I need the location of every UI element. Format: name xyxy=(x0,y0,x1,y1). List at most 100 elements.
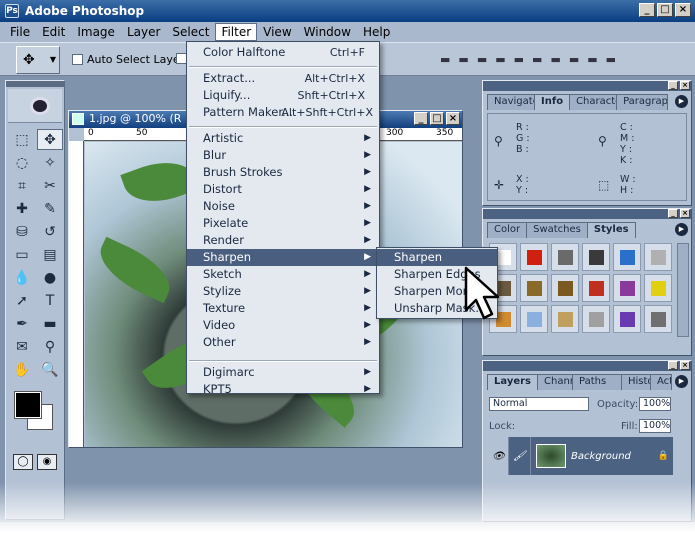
tab-swatches[interactable]: Swatches xyxy=(526,222,588,238)
palette-minimize-button[interactable]: _ xyxy=(668,209,678,218)
history-brush-tool-icon[interactable]: ↺ xyxy=(37,221,63,242)
palette-title-bar[interactable]: _ × xyxy=(483,81,691,91)
move-tool-icon[interactable]: ✥ xyxy=(37,129,63,150)
menu-item-video[interactable]: Video ▶ xyxy=(187,317,379,334)
align-icon[interactable]: ▬ xyxy=(440,53,450,66)
menu-item-render[interactable]: Render ▶ xyxy=(187,232,379,249)
menu-item-pixelate[interactable]: Pixelate ▶ xyxy=(187,215,379,232)
palette-close-button[interactable]: × xyxy=(680,81,690,90)
layer-row-background[interactable]: 👁 🖌 Background 🔒 xyxy=(489,437,673,475)
menu-item-artistic[interactable]: Artistic ▶ xyxy=(187,130,379,147)
gradient-tool-icon[interactable]: ▤ xyxy=(37,244,63,265)
palette-title-bar[interactable]: _ × xyxy=(483,361,691,371)
tool-preset-picker[interactable]: ✥ ▼ xyxy=(16,46,60,74)
clone-stamp-tool-icon[interactable]: ⛁ xyxy=(9,221,35,242)
notes-tool-icon[interactable]: ✉ xyxy=(9,336,35,357)
menu-item-pattern-maker[interactable]: Pattern Maker... Alt+Shft+Ctrl+X xyxy=(187,104,379,121)
opacity-field[interactable]: 100% xyxy=(639,397,671,411)
fill-field[interactable]: 100% xyxy=(639,419,671,433)
tab-styles[interactable]: Styles xyxy=(586,222,636,238)
submenu-item-sharpen[interactable]: Sharpen xyxy=(377,249,497,266)
align-icon[interactable]: ▬ xyxy=(550,53,560,66)
standard-mode-icon[interactable]: ◯ xyxy=(13,454,33,470)
palette-minimize-button[interactable]: _ xyxy=(668,81,678,90)
menu-item-texture[interactable]: Texture ▶ xyxy=(187,300,379,317)
menu-item-sharpen[interactable]: Sharpen ▶ xyxy=(187,249,379,266)
palette-title-bar[interactable]: _ × xyxy=(483,209,691,219)
menu-item-stylize[interactable]: Stylize ▶ xyxy=(187,283,379,300)
eraser-tool-icon[interactable]: ▭ xyxy=(9,244,35,265)
menu-item-kpt5[interactable]: KPT5 ▶ xyxy=(187,381,379,398)
menu-edit[interactable]: Edit xyxy=(36,23,71,41)
menu-layer[interactable]: Layer xyxy=(121,23,166,41)
eyedropper-tool-icon[interactable]: ⚲ xyxy=(37,336,63,357)
layer-visibility-eye-icon[interactable]: 👁 xyxy=(489,437,509,475)
align-icon[interactable]: ▬ xyxy=(477,53,487,66)
style-swatch[interactable] xyxy=(520,305,548,333)
menu-item-extract[interactable]: Extract... Alt+Ctrl+X xyxy=(187,70,379,87)
hand-tool-icon[interactable]: ✋ xyxy=(9,359,35,380)
tab-navigator[interactable]: Navigator xyxy=(487,94,535,110)
style-swatch[interactable] xyxy=(582,305,610,333)
quick-mask-mode-icon[interactable]: ◉ xyxy=(37,454,57,470)
style-swatch[interactable] xyxy=(582,274,610,302)
menu-select[interactable]: Select xyxy=(166,23,215,41)
align-icon[interactable]: ▬ xyxy=(514,53,524,66)
toolbox-grip[interactable] xyxy=(6,81,64,87)
minimize-button[interactable]: _ xyxy=(639,3,655,17)
tab-color[interactable]: Color xyxy=(487,222,528,238)
maximize-button[interactable]: □ xyxy=(657,3,673,17)
palette-menu-icon[interactable]: ▶ xyxy=(675,223,688,236)
style-swatch[interactable] xyxy=(613,274,641,302)
style-swatch[interactable] xyxy=(582,243,610,271)
menu-item-distort[interactable]: Distort ▶ xyxy=(187,181,379,198)
style-swatch[interactable] xyxy=(644,243,672,271)
dodge-tool-icon[interactable]: ● xyxy=(37,267,63,288)
slice-tool-icon[interactable]: ✂ xyxy=(37,175,63,196)
pen-tool-icon[interactable]: ✒ xyxy=(9,313,35,334)
adobe-eye-logo[interactable] xyxy=(8,89,62,123)
tab-info[interactable]: Info xyxy=(534,94,571,110)
type-tool-icon[interactable]: T xyxy=(37,290,63,311)
palette-minimize-button[interactable]: _ xyxy=(668,361,678,370)
tab-character[interactable]: Character xyxy=(569,94,618,110)
doc-minimize-button[interactable]: _ xyxy=(414,112,428,125)
tab-history[interactable]: History xyxy=(621,374,651,390)
zoom-tool-icon[interactable]: 🔍 xyxy=(37,359,63,380)
tab-actions[interactable]: Actions xyxy=(650,374,672,390)
style-swatch[interactable] xyxy=(613,305,641,333)
menu-item-other[interactable]: Other ▶ xyxy=(187,334,379,351)
style-swatch[interactable] xyxy=(551,274,579,302)
tab-paths[interactable]: Paths xyxy=(572,374,622,390)
style-swatch[interactable] xyxy=(644,274,672,302)
menu-view[interactable]: View xyxy=(257,23,297,41)
pencil-tool-icon[interactable]: ✎ xyxy=(37,198,63,219)
align-icon[interactable]: ▬ xyxy=(606,53,616,66)
align-icon[interactable]: ▬ xyxy=(569,53,579,66)
style-swatch[interactable] xyxy=(551,243,579,271)
foreground-color-swatch[interactable] xyxy=(14,391,42,419)
menu-item-blur[interactable]: Blur ▶ xyxy=(187,147,379,164)
lasso-tool-icon[interactable]: ◌ xyxy=(9,152,35,173)
menu-item-liquify[interactable]: Liquify... Shft+Ctrl+X xyxy=(187,87,379,104)
align-icon[interactable]: ▬ xyxy=(458,53,468,66)
menu-filter[interactable]: Filter xyxy=(215,23,258,41)
style-swatch[interactable] xyxy=(644,305,672,333)
blur-tool-icon[interactable]: 💧 xyxy=(9,267,35,288)
tab-channels[interactable]: Channels xyxy=(537,374,573,390)
path-selection-tool-icon[interactable]: ➚ xyxy=(9,290,35,311)
menu-item-noise[interactable]: Noise ▶ xyxy=(187,198,379,215)
menu-file[interactable]: File xyxy=(4,23,36,41)
menu-item-sketch[interactable]: Sketch ▶ xyxy=(187,266,379,283)
shape-tool-icon[interactable]: ▬ xyxy=(37,313,63,334)
tab-layers[interactable]: Layers xyxy=(487,374,538,390)
doc-close-button[interactable]: × xyxy=(446,112,460,125)
menu-item-digimarc[interactable]: Digimarc ▶ xyxy=(187,364,379,381)
menu-window[interactable]: Window xyxy=(298,23,357,41)
healing-brush-tool-icon[interactable]: ✚ xyxy=(9,198,35,219)
close-button[interactable]: × xyxy=(675,3,691,17)
blend-mode-select[interactable]: Normal xyxy=(489,397,589,411)
palette-close-button[interactable]: × xyxy=(680,361,690,370)
style-swatch[interactable] xyxy=(551,305,579,333)
tab-paragraph[interactable]: Paragraph xyxy=(616,94,669,110)
